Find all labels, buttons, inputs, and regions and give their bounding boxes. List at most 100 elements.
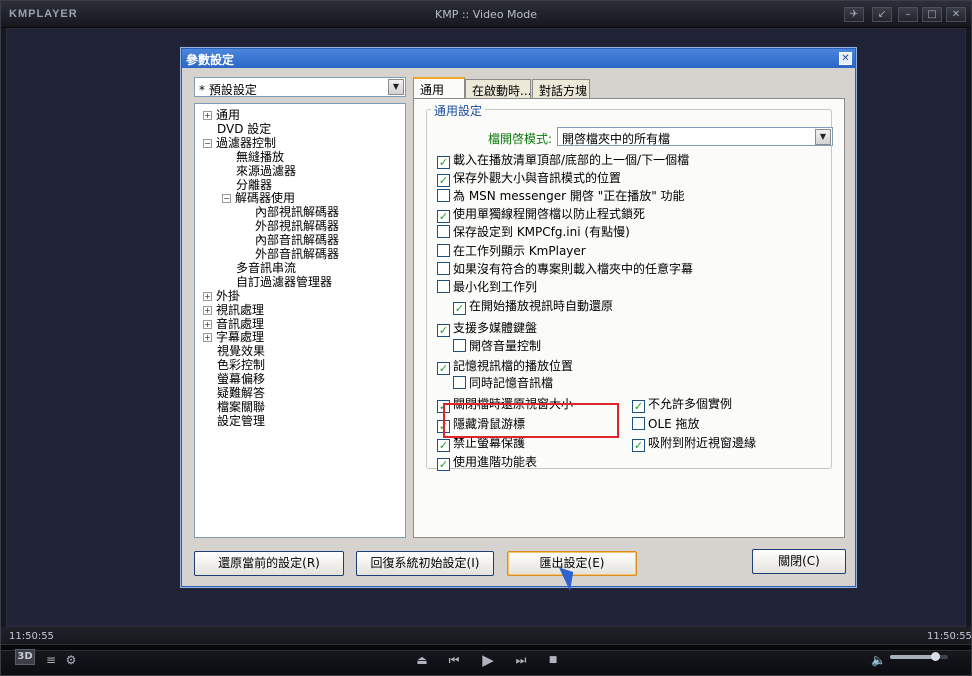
option-checkbox[interactable]: ✓ 記憶視訊檔的播放位置 — [437, 358, 573, 375]
tree-item[interactable]: 分離器 — [236, 178, 272, 192]
tree-item[interactable]: 色彩控制 — [217, 358, 265, 372]
reset-defaults-button[interactable]: 回復系統初始設定(I) — [356, 551, 494, 576]
tree-item[interactable]: + 外掛 — [203, 289, 240, 303]
chevron-down-icon[interactable]: ▼ — [388, 79, 404, 95]
tree-item[interactable]: 內部音訊解碼器 — [255, 233, 339, 247]
tree-item[interactable]: + 音訊處理 — [203, 317, 264, 331]
expand-icon[interactable]: + — [203, 319, 212, 329]
checkmark-icon[interactable]: ✓ — [437, 156, 450, 169]
checkbox-icon[interactable] — [453, 376, 466, 389]
tree-item[interactable]: 多音訊串流 — [236, 261, 296, 275]
mini-mode-icon[interactable]: ↙ — [872, 7, 892, 22]
option-checkbox[interactable]: 開啓音量控制 — [453, 338, 541, 354]
tree-item[interactable]: + 字幕處理 — [203, 330, 264, 344]
option-checkbox[interactable]: ✓ 保存外觀大小與音訊模式的位置 — [437, 170, 622, 187]
checkmark-icon[interactable]: ✓ — [437, 362, 450, 375]
maximize-button[interactable]: □ — [922, 7, 942, 22]
stop-icon[interactable]: ■ — [547, 651, 559, 669]
tree-item[interactable]: 螢幕偏移 — [217, 372, 265, 386]
chevron-down-icon[interactable]: ▼ — [815, 129, 831, 145]
checkmark-icon[interactable]: ✓ — [453, 302, 466, 315]
3d-mode-button[interactable]: 3D — [15, 649, 35, 665]
option-checkbox[interactable]: ✓ 不允許多個實例 — [632, 396, 732, 413]
previous-icon[interactable]: ⏮ — [447, 651, 461, 669]
play-icon[interactable]: ▶ — [480, 651, 496, 669]
title-bar[interactable]: KMPLAYER KMP :: Video Mode ✈ ↙ – □ ✕ — [1, 1, 971, 28]
collapse-icon[interactable]: − — [203, 138, 212, 148]
pin-icon[interactable]: ✈ — [844, 7, 864, 22]
settings-gear-icon[interactable]: ⚙ — [64, 651, 78, 669]
preset-dropdown[interactable]: * 預設設定 ▼ — [194, 77, 406, 97]
eject-icon[interactable]: ⏏ — [415, 651, 429, 669]
minimize-button[interactable]: – — [898, 7, 918, 22]
close-dialog-button[interactable]: 關閉(C) — [752, 549, 846, 574]
option-label: 保存外觀大小與音訊模式的位置 — [453, 171, 622, 185]
option-checkbox[interactable]: 同時記憶音訊檔 — [453, 375, 553, 391]
tab-general[interactable]: 通用 — [413, 77, 465, 98]
tree-item[interactable]: 內部視訊解碼器 — [255, 205, 339, 219]
tree-item[interactable]: 外部視訊解碼器 — [255, 219, 339, 233]
expand-icon[interactable]: + — [203, 333, 212, 343]
checkmark-icon[interactable]: ✓ — [437, 439, 450, 452]
checkbox-icon[interactable] — [632, 417, 645, 430]
tree-item[interactable]: 疑難解答 — [217, 386, 265, 400]
open-mode-label: 檔開啓模式: — [488, 132, 553, 146]
option-checkbox[interactable]: 為 MSN messenger 開啓 "正在播放" 功能 — [437, 188, 685, 204]
checkbox-icon[interactable] — [437, 244, 450, 257]
tree-item[interactable]: 自訂過濾器管理器 — [236, 275, 332, 289]
option-checkbox[interactable]: ✓ 使用單獨線程開啓檔以防止程式鎖死 — [437, 206, 645, 223]
checkmark-icon[interactable]: ✓ — [437, 458, 450, 471]
dialog-close-icon[interactable]: ✕ — [839, 52, 852, 65]
option-checkbox[interactable]: 保存設定到 KMPCfg.ini (有點慢) — [437, 224, 630, 240]
tree-item[interactable]: 設定管理 — [217, 414, 265, 428]
playlist-icon[interactable]: ≡ — [45, 651, 57, 669]
restore-settings-button[interactable]: 還原當前的設定(R) — [194, 551, 344, 576]
tree-item[interactable]: − 解碼器使用 — [222, 191, 295, 205]
tree-item[interactable]: 視覺效果 — [217, 344, 265, 358]
open-mode-dropdown[interactable]: 開啓檔夾中的所有檔 ▼ — [557, 127, 833, 146]
checkmark-icon[interactable]: ✓ — [437, 174, 450, 187]
volume-icon[interactable]: 🔈 — [871, 651, 886, 669]
checkmark-icon[interactable]: ✓ — [632, 400, 645, 413]
tree-item[interactable]: 外部音訊解碼器 — [255, 247, 339, 261]
tree-item[interactable]: − 過濾器控制 — [203, 136, 276, 150]
expand-icon[interactable]: + — [203, 111, 212, 120]
tree-item-label: 設定管理 — [217, 413, 266, 428]
option-checkbox[interactable]: 如果沒有符合的專案則載入檔夾中的任意字幕 — [437, 261, 693, 277]
checkbox-icon[interactable] — [437, 189, 450, 202]
checkbox-icon[interactable] — [437, 225, 450, 238]
expand-icon[interactable]: + — [203, 291, 212, 301]
tree-item[interactable]: 來源過濾器 — [236, 164, 296, 178]
tree-item[interactable]: DVD 設定 — [217, 122, 271, 136]
dialog-title[interactable]: 參數設定 ✕ — [182, 49, 855, 68]
checkmark-icon[interactable]: ✓ — [437, 210, 450, 223]
option-checkbox[interactable]: 在工作列顯示 KmPlayer — [437, 243, 586, 259]
tab-startup[interactable]: 在啟動時... — [465, 79, 531, 98]
option-checkbox[interactable]: 最小化到工作列 — [437, 279, 537, 295]
tree-item[interactable]: 檔案關聯 — [217, 400, 265, 414]
option-checkbox[interactable]: ✓ 載入在播放清單頂部/底部的上一個/下一個檔 — [437, 152, 689, 169]
tree-item[interactable]: + 視訊處理 — [203, 303, 264, 317]
window-title: KMP :: Video Mode — [434, 8, 538, 21]
checkbox-icon[interactable] — [453, 339, 466, 352]
option-checkbox[interactable]: ✓ 吸附到附近視窗邊緣 — [632, 435, 756, 452]
seek-bar[interactable] — [1, 644, 971, 651]
collapse-icon[interactable]: − — [222, 194, 231, 204]
checkbox-icon[interactable] — [437, 262, 450, 275]
expand-icon[interactable]: + — [203, 305, 212, 315]
tab-dialogs[interactable]: 對話方塊 — [532, 79, 590, 98]
option-checkbox[interactable]: ✓ 使用進階功能表 — [437, 454, 537, 471]
checkmark-icon[interactable]: ✓ — [632, 439, 645, 452]
option-checkbox[interactable]: ✓ 支援多媒體鍵盤 — [437, 320, 537, 337]
option-label: 在開始播放視訊時自動還原 — [469, 299, 614, 313]
next-icon[interactable]: ⏭ — [514, 651, 528, 669]
option-checkbox[interactable]: ✓ 在開始播放視訊時自動還原 — [453, 298, 614, 315]
checkmark-icon[interactable]: ✓ — [437, 324, 450, 337]
tree-item[interactable]: 無縫播放 — [236, 150, 284, 164]
tree-item-label: 內部音訊解碼器 — [255, 233, 340, 248]
checkbox-icon[interactable] — [437, 280, 450, 293]
option-checkbox[interactable]: OLE 拖放 — [632, 416, 700, 432]
tree-item-label: 視訊處理 — [216, 302, 265, 317]
tree-item[interactable]: + 通用 — [203, 108, 240, 122]
close-button[interactable]: ✕ — [946, 7, 966, 22]
